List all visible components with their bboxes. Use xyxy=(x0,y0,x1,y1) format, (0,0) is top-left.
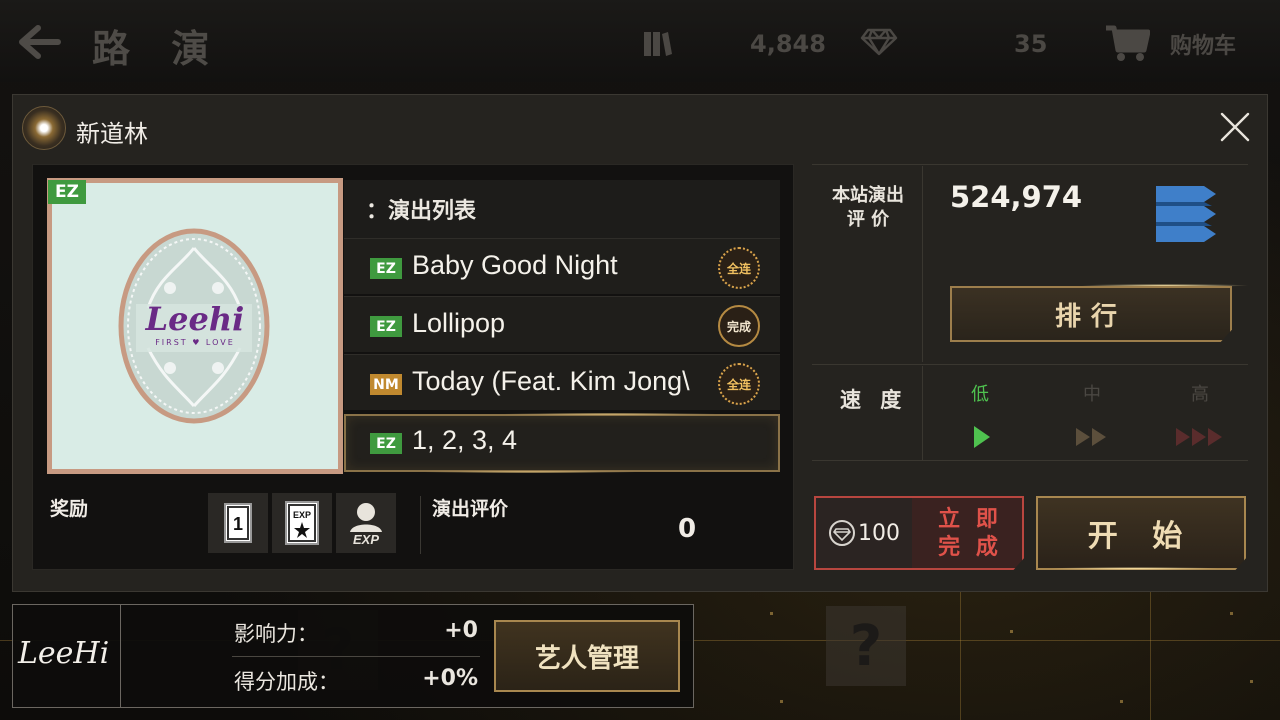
background-dot xyxy=(1010,630,1013,633)
divider xyxy=(812,460,1248,461)
locked-slot-icon: ? xyxy=(826,606,906,686)
instant-complete-label-line: 完 成 xyxy=(938,535,1002,560)
full-combo-medal-icon: 全连 xyxy=(718,363,760,405)
instant-complete-label: 立 即 完 成 xyxy=(922,506,1018,562)
difficulty-badge: EZ xyxy=(370,316,402,337)
divider xyxy=(232,656,480,657)
background-line xyxy=(960,590,961,720)
influence-label: 影响力： xyxy=(234,622,318,646)
background-dot xyxy=(1250,680,1253,683)
speed-option-high[interactable]: 高 xyxy=(1180,380,1220,406)
reward-exp-card-label: EXP xyxy=(293,510,311,520)
performance-rating-label: 演出评价 xyxy=(432,498,509,520)
artist-management-button[interactable]: 艺人管理 xyxy=(494,620,680,692)
album-logo-subtitle: FIRST ♥ LOVE xyxy=(155,338,235,347)
instant-complete-button[interactable]: 100 立 即 完 成 xyxy=(814,496,1024,570)
song-row[interactable]: EZ Lollipop 完成 xyxy=(344,296,780,352)
station-score-value: 524,974 xyxy=(950,180,1083,214)
song-row[interactable]: EZ Baby Good Night 全连 xyxy=(344,238,780,294)
station-score-label-line: 评 价 xyxy=(846,209,890,230)
cart-icon[interactable] xyxy=(1104,22,1150,62)
difficulty-badge: NM xyxy=(370,374,402,395)
ranking-button[interactable]: 排行 xyxy=(950,286,1232,342)
score-bonus-label: 得分加成： xyxy=(234,670,339,694)
venue-star-icon xyxy=(22,106,66,150)
background-line xyxy=(1150,590,1151,720)
instant-complete-label-line: 立 即 xyxy=(938,507,1002,532)
divider xyxy=(812,364,1248,365)
selection-glow xyxy=(500,413,720,415)
reward-ticket-icon: 1 xyxy=(208,493,268,553)
influence-value: +0 xyxy=(444,618,478,643)
reward-exp-card-icon: EXP xyxy=(272,493,332,553)
reward-artist-exp-icon: EXP xyxy=(336,493,396,553)
divider xyxy=(922,166,923,362)
rank-grade-icon xyxy=(1156,186,1216,242)
performance-rating-value: 0 xyxy=(678,514,697,544)
coin-icon xyxy=(644,32,672,56)
close-icon[interactable] xyxy=(1218,110,1252,144)
clear-medal-icon: 完成 xyxy=(718,305,760,347)
difficulty-badge: EZ xyxy=(370,433,402,454)
speed-high-fast-forward-icon[interactable] xyxy=(1174,424,1226,450)
song-title: Today (Feat. Kim Jong\ xyxy=(412,366,690,396)
speed-option-mid[interactable]: 中 xyxy=(1072,380,1112,406)
background-dot xyxy=(1230,612,1233,615)
full-combo-medal-icon: 全连 xyxy=(718,247,760,289)
station-score-label: 本站演出 评 价 xyxy=(822,184,914,232)
selection-glow xyxy=(420,471,640,473)
speed-label: 速 度 xyxy=(840,388,908,412)
coin-count: 4,848 xyxy=(750,30,826,58)
setlist-header: ：演出列表 xyxy=(344,180,780,238)
diamond-icon xyxy=(829,520,855,546)
diamond-icon xyxy=(860,28,898,56)
venue-title: 新道林 xyxy=(76,120,148,148)
reward-label: 奖励 xyxy=(50,498,89,520)
station-score-label-line: 本站演出 xyxy=(832,185,904,206)
start-button[interactable]: 开 始 xyxy=(1036,496,1246,570)
cart-label[interactable]: 购物车 xyxy=(1170,28,1236,60)
album-logo-text: Leehi xyxy=(145,300,245,338)
song-title: 1, 2, 3, 4 xyxy=(412,425,518,455)
instant-complete-cost: 100 xyxy=(816,498,912,568)
button-glow xyxy=(1050,567,1220,570)
speed-option-low[interactable]: 低 xyxy=(960,380,1000,406)
background-dot xyxy=(770,612,773,615)
speed-low-play-icon[interactable] xyxy=(972,424,992,450)
song-row[interactable]: NM Today (Feat. Kim Jong\ 全连 xyxy=(344,354,780,410)
divider xyxy=(812,164,1248,165)
diamond-count: 35 xyxy=(1014,30,1048,58)
page-title: 路 演 xyxy=(92,27,224,71)
reward-ticket-count: 1 xyxy=(233,514,243,534)
background-dot xyxy=(1120,700,1123,703)
instant-complete-cost-value: 100 xyxy=(858,520,900,546)
speed-mid-fast-forward-icon[interactable] xyxy=(1074,424,1110,450)
divider xyxy=(120,604,121,708)
reward-artist-exp-label: EXP xyxy=(353,532,379,546)
difficulty-badge: EZ xyxy=(370,258,402,279)
song-title: Lollipop xyxy=(412,308,506,338)
album-difficulty-badge: EZ xyxy=(48,180,86,204)
artist-logo[interactable]: LeeHi xyxy=(18,636,118,676)
song-row-selected[interactable]: EZ 1, 2, 3, 4 xyxy=(344,414,780,472)
score-bonus-value: +0% xyxy=(422,666,478,691)
background-dot xyxy=(780,700,783,703)
divider xyxy=(420,496,421,554)
divider xyxy=(922,366,923,460)
song-title: Baby Good Night xyxy=(412,250,618,280)
back-arrow-icon[interactable] xyxy=(16,22,62,62)
